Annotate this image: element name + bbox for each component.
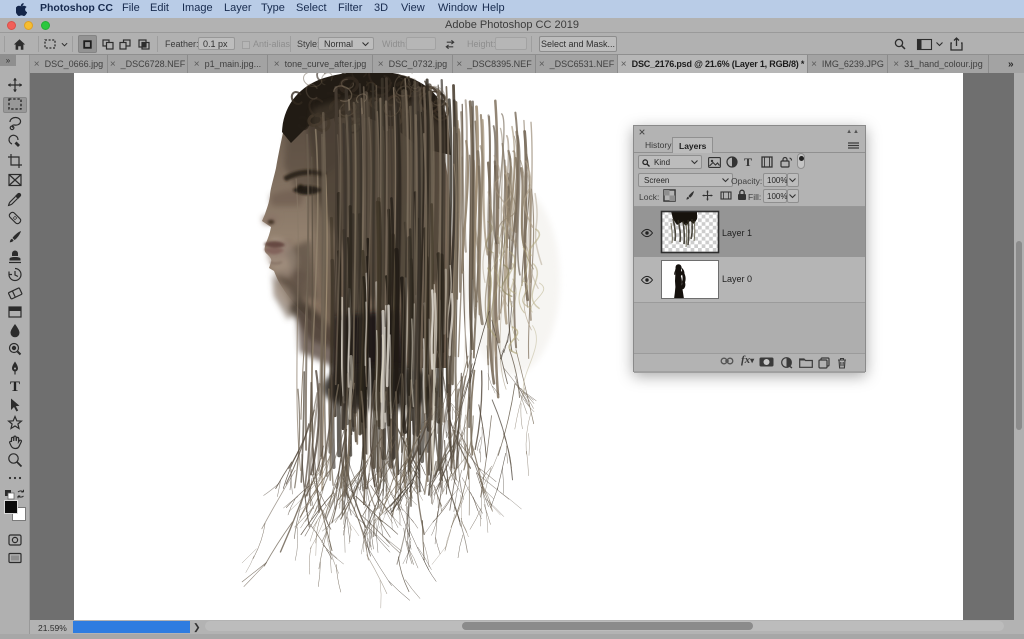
svg-text:T: T — [10, 379, 20, 395]
